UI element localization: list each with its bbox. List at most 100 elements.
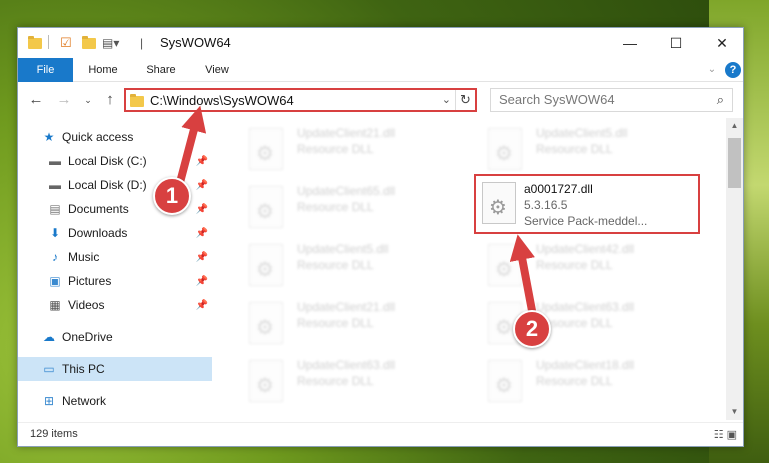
- file-item[interactable]: ⚙ UpdateClient5.dll Resource DLL: [235, 234, 465, 288]
- documents-icon: ▤: [49, 202, 61, 216]
- drive-icon: ▬: [49, 178, 61, 192]
- pin-icon[interactable]: 📌: [196, 156, 208, 167]
- address-row: ← → ⌄ ↑ C:\Windows\SysWOW64 ⌄ ↻ Search S…: [18, 82, 743, 118]
- file-item[interactable]: ⚙ UpdateClient18.dll Resource DLL: [474, 350, 704, 404]
- highlighted-file-item[interactable]: ⚙ a0001727.dll 5.3.16.5 Service Pack-med…: [474, 174, 700, 234]
- pin-icon[interactable]: 📌: [196, 180, 208, 191]
- nav-item-label: Quick access: [62, 130, 134, 144]
- nav-item-label: Music: [68, 250, 100, 264]
- nav-item-music[interactable]: ♪ Music 📌: [18, 245, 212, 269]
- tab-file[interactable]: File: [18, 58, 73, 82]
- file-description: Resource DLL: [297, 316, 374, 330]
- nav-item-label: Local Disk (D:): [68, 178, 147, 192]
- file-description: Resource DLL: [536, 374, 613, 388]
- explorer-window: ☑ ▤▾ | SysWOW64 — ☐ ✕ File Home Share Vi…: [17, 27, 744, 447]
- pc-icon: ▭: [43, 362, 55, 376]
- file-list: ⚙ UpdateClient21.dll Resource DLL ⚙ Upda…: [223, 118, 723, 420]
- music-icon: ♪: [52, 250, 58, 264]
- drive-icon: ▬: [49, 154, 61, 168]
- tab-view[interactable]: View: [194, 58, 240, 82]
- file-item[interactable]: ⚙ UpdateClient21.dll Resource DLL: [235, 118, 465, 172]
- scroll-down-icon[interactable]: ▼: [726, 404, 743, 420]
- nav-item-this-pc[interactable]: ▭ This PC: [18, 357, 212, 381]
- nav-item-label: Downloads: [68, 226, 128, 240]
- minimize-button[interactable]: —: [607, 28, 653, 58]
- nav-item-label: Videos: [68, 298, 105, 312]
- refresh-icon[interactable]: ↻: [455, 90, 475, 110]
- pin-icon[interactable]: 📌: [196, 300, 208, 311]
- pin-icon[interactable]: 📌: [196, 276, 208, 287]
- vertical-scrollbar[interactable]: ▲ ▼: [726, 118, 743, 420]
- star-icon: ★: [43, 130, 55, 144]
- help-icon[interactable]: ?: [725, 62, 741, 78]
- tab-share[interactable]: Share: [138, 58, 184, 82]
- file-description: Resource DLL: [297, 142, 374, 156]
- file-item[interactable]: ⚙ UpdateClient63.dll Resource DLL: [474, 292, 704, 346]
- file-name: UpdateClient63.dll: [297, 358, 396, 372]
- file-item[interactable]: ⚙ UpdateClient5.dll Resource DLL: [474, 118, 704, 172]
- file-description: Resource DLL: [536, 258, 613, 272]
- file-item[interactable]: ⚙ UpdateClient65.dll Resource DLL: [235, 176, 465, 230]
- file-item[interactable]: ⚙ UpdateClient21.dll Resource DLL: [235, 292, 465, 346]
- file-item[interactable]: ⚙ UpdateClient42.dll Resource DLL: [474, 234, 704, 288]
- scrollbar-thumb[interactable]: [728, 138, 741, 188]
- properties-icon[interactable]: ☑: [60, 35, 72, 51]
- file-item[interactable]: ⚙ UpdateClient63.dll Resource DLL: [235, 350, 465, 404]
- window-title: SysWOW64: [160, 35, 231, 50]
- new-folder-icon[interactable]: [82, 35, 96, 51]
- title-separator: |: [140, 36, 144, 50]
- close-button[interactable]: ✕: [699, 28, 745, 58]
- nav-item-videos[interactable]: ▦ Videos 📌: [18, 293, 212, 317]
- dll-file-icon: ⚙: [488, 128, 522, 170]
- nav-item-onedrive[interactable]: ☁ OneDrive: [18, 325, 212, 349]
- separator: [48, 35, 49, 49]
- view-toggle-icons[interactable]: ☷ ▣: [714, 428, 737, 441]
- tab-home[interactable]: Home: [80, 58, 126, 82]
- address-dropdown-icon[interactable]: ⌄: [442, 93, 451, 106]
- ribbon-tabs: File Home Share View ⌄ ?: [18, 58, 743, 82]
- search-placeholder: Search SysWOW64: [499, 92, 615, 107]
- dll-file-icon: ⚙: [249, 302, 283, 344]
- file-name: UpdateClient5.dll: [297, 242, 389, 256]
- downloads-icon: ⬇: [49, 226, 61, 240]
- file-name: UpdateClient21.dll: [297, 300, 396, 314]
- address-bar[interactable]: C:\Windows\SysWOW64 ⌄ ↻: [124, 88, 477, 112]
- file-version: 5.3.16.5: [524, 198, 568, 212]
- nav-item-pictures[interactable]: ▣ Pictures 📌: [18, 269, 212, 293]
- pin-icon[interactable]: 📌: [196, 252, 208, 263]
- search-input[interactable]: Search SysWOW64 ⌕: [490, 88, 733, 112]
- pictures-icon: ▣: [49, 274, 61, 288]
- dll-file-icon: ⚙: [249, 128, 283, 170]
- file-name: UpdateClient65.dll: [297, 184, 396, 198]
- back-button[interactable]: ←: [26, 90, 46, 110]
- search-icon: ⌕: [716, 92, 724, 107]
- address-path: C:\Windows\SysWOW64: [150, 92, 294, 108]
- file-name: UpdateClient42.dll: [536, 242, 635, 256]
- folder-icon: [28, 35, 42, 51]
- nav-item-network[interactable]: ⊞ Network: [18, 389, 212, 413]
- customize-toolbar-icon[interactable]: ▤▾: [102, 35, 119, 51]
- nav-item-downloads[interactable]: ⬇ Downloads 📌: [18, 221, 212, 245]
- dll-file-icon: ⚙: [482, 182, 516, 224]
- recent-locations-icon[interactable]: ⌄: [78, 90, 98, 110]
- pin-icon[interactable]: 📌: [196, 204, 208, 215]
- pin-icon[interactable]: 📌: [196, 228, 208, 239]
- nav-item-local-disk-c[interactable]: ▬ Local Disk (C:) 📌: [18, 149, 212, 173]
- expand-ribbon-icon[interactable]: ⌄: [704, 58, 720, 82]
- forward-button[interactable]: →: [54, 90, 74, 110]
- nav-item-label: OneDrive: [62, 330, 113, 344]
- nav-item-label: This PC: [62, 362, 105, 376]
- file-name: UpdateClient63.dll: [536, 300, 635, 314]
- onedrive-icon: ☁: [43, 330, 55, 344]
- dll-file-icon: ⚙: [249, 186, 283, 228]
- dll-file-icon: ⚙: [488, 244, 522, 286]
- maximize-button[interactable]: ☐: [653, 28, 699, 58]
- scroll-up-icon[interactable]: ▲: [726, 118, 743, 134]
- file-description: Resource DLL: [297, 200, 374, 214]
- dll-file-icon: ⚙: [488, 360, 522, 402]
- dll-file-icon: ⚙: [249, 360, 283, 402]
- up-button[interactable]: ↑: [100, 90, 120, 110]
- file-description: Service Pack-meddel...: [524, 214, 648, 228]
- file-name: UpdateClient18.dll: [536, 358, 635, 372]
- nav-item-quick-access[interactable]: ★ Quick access: [18, 125, 212, 149]
